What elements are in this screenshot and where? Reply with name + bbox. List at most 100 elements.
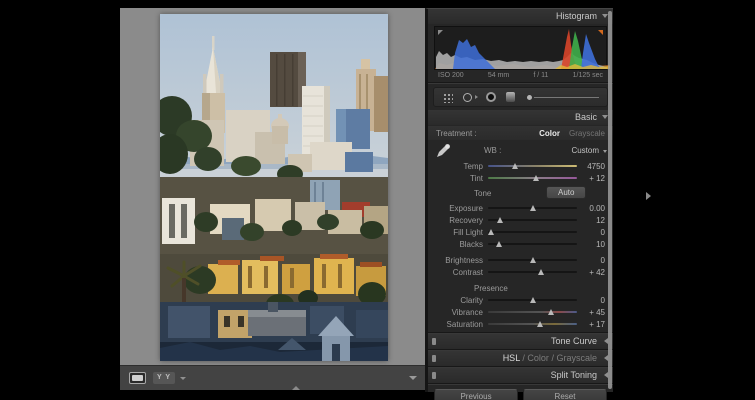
spot-removal-icon[interactable]	[463, 93, 472, 102]
exposure-slider[interactable]	[488, 203, 577, 213]
red-eye-tool-icon[interactable]	[486, 92, 496, 102]
exif-info-row: ISO 200 54 mm f / 11 1/125 sec	[428, 70, 613, 82]
hsl-panel-header[interactable]: HSL / Color / Grayscale	[428, 351, 613, 366]
vibrance-slider[interactable]	[488, 307, 577, 317]
divider	[428, 82, 613, 84]
panel-switch-icon[interactable]	[432, 372, 436, 379]
photo-preview[interactable]	[160, 14, 388, 361]
color-title[interactable]: Color	[527, 353, 549, 363]
adjustment-brush-icon[interactable]	[526, 93, 533, 100]
wb-preset-select[interactable]: Custom	[571, 146, 599, 155]
blacks-slider-thumb[interactable]	[496, 241, 502, 247]
wb-eyedropper-icon[interactable]	[436, 143, 451, 158]
grayscale-title[interactable]: Grayscale	[556, 353, 597, 363]
toolbar-options-icon[interactable]	[409, 376, 417, 380]
spot-options-icon[interactable]	[475, 95, 478, 99]
focal-length-value: 54 mm	[488, 72, 509, 79]
reset-button[interactable]: Reset	[523, 389, 607, 400]
saturation-slider-thumb[interactable]	[537, 321, 543, 327]
tone-curve-title: Tone Curve	[551, 336, 597, 346]
compare-dropdown-icon[interactable]	[180, 377, 186, 380]
brightness-slider[interactable]	[488, 255, 577, 265]
panel-switch-icon[interactable]	[432, 338, 436, 345]
temp-slider-row: Temp 4750	[428, 160, 613, 172]
lightroom-window: Y Y Histogram ISO 200 54 mm	[0, 0, 755, 400]
temp-slider-thumb[interactable]	[512, 163, 518, 169]
aperture-value: f / 11	[533, 72, 548, 79]
temp-slider[interactable]	[488, 161, 577, 171]
fill-light-label: Fill Light	[436, 228, 488, 237]
blacks-value: 10	[577, 240, 605, 249]
split-toning-panel-header[interactable]: Split Toning	[428, 368, 613, 383]
chevron-down-icon	[603, 150, 607, 153]
blacks-label: Blacks	[436, 240, 488, 249]
saturation-label: Saturation	[436, 320, 488, 329]
develop-right-panel: Histogram ISO 200 54 mm f / 11 1/125 sec	[425, 8, 613, 392]
brightness-slider-thumb[interactable]	[530, 257, 536, 263]
basic-panel-header[interactable]: Basic	[428, 110, 613, 125]
clarity-value: 0	[577, 296, 605, 305]
saturation-value: + 17	[577, 320, 605, 329]
brush-size-slider[interactable]	[534, 97, 599, 98]
recovery-slider-row: Recovery 12	[428, 214, 613, 226]
temp-value: 4750	[577, 162, 605, 171]
shadow-clipping-icon[interactable]	[438, 30, 443, 35]
loupe-view-icon[interactable]	[129, 372, 146, 384]
recovery-label: Recovery	[436, 216, 488, 225]
contrast-slider-thumb[interactable]	[538, 269, 544, 275]
hsl-separator: /	[551, 353, 554, 363]
tint-slider[interactable]	[488, 173, 577, 183]
exposure-slider-thumb[interactable]	[530, 205, 536, 211]
panel-switch-icon[interactable]	[432, 355, 436, 362]
contrast-slider[interactable]	[488, 267, 577, 277]
vibrance-slider-thumb[interactable]	[548, 309, 554, 315]
basic-title: Basic	[575, 112, 597, 122]
tint-label: Tint	[436, 174, 488, 183]
histogram-title: Histogram	[556, 11, 597, 21]
previous-button[interactable]: Previous	[434, 389, 518, 400]
blacks-slider-row: Blacks 10	[428, 238, 613, 250]
panel-scrollbar[interactable]	[608, 11, 612, 389]
contrast-slider-row: Contrast + 42	[428, 266, 613, 278]
graduated-filter-icon[interactable]	[506, 92, 515, 102]
iso-value: ISO 200	[438, 72, 464, 79]
tool-strip	[433, 87, 608, 107]
highlight-clipping-icon[interactable]	[598, 30, 603, 35]
white-balance-row: WB : Custom	[428, 140, 613, 160]
treatment-grayscale-option[interactable]: Grayscale	[569, 129, 605, 138]
exposure-slider-row: Exposure 0.00	[428, 202, 613, 214]
vibrance-slider-row: Vibrance + 45	[428, 306, 613, 318]
hsl-title[interactable]: HSL	[503, 353, 520, 363]
clarity-slider-row: Clarity 0	[428, 294, 613, 306]
treatment-color-option[interactable]: Color	[539, 129, 560, 138]
filmstrip-reveal-icon[interactable]	[292, 386, 300, 390]
exposure-value: 0.00	[577, 204, 605, 213]
auto-tone-button[interactable]: Auto	[546, 186, 586, 199]
fill-light-slider-thumb[interactable]	[488, 229, 494, 235]
tint-value: + 12	[577, 174, 605, 183]
histogram[interactable]	[434, 26, 607, 70]
view-toolbar: Y Y	[120, 365, 425, 390]
saturation-slider-row: Saturation + 17	[428, 318, 613, 330]
before-after-view-icon[interactable]: Y Y	[153, 372, 175, 384]
crop-tool-icon[interactable]	[442, 92, 453, 103]
clarity-slider-thumb[interactable]	[530, 297, 536, 303]
tint-slider-thumb[interactable]	[533, 175, 539, 181]
clarity-label: Clarity	[436, 296, 488, 305]
brightness-value: 0	[577, 256, 605, 265]
fill-light-slider[interactable]	[488, 227, 577, 237]
brightness-slider-row: Brightness 0	[428, 254, 613, 266]
saturation-slider[interactable]	[488, 319, 577, 329]
presence-row: Presence	[428, 280, 613, 294]
presence-label: Presence	[474, 284, 508, 293]
blacks-slider[interactable]	[488, 239, 577, 249]
brightness-label: Brightness	[436, 256, 488, 265]
panel-collapse-arrow-icon[interactable]	[646, 192, 651, 200]
recovery-slider[interactable]	[488, 215, 577, 225]
tone-row: Tone Auto	[428, 184, 613, 202]
tone-curve-panel-header[interactable]: Tone Curve	[428, 334, 613, 349]
histogram-panel-header[interactable]: Histogram	[428, 9, 613, 24]
recovery-slider-thumb[interactable]	[497, 217, 503, 223]
recovery-value: 12	[577, 216, 605, 225]
clarity-slider[interactable]	[488, 295, 577, 305]
